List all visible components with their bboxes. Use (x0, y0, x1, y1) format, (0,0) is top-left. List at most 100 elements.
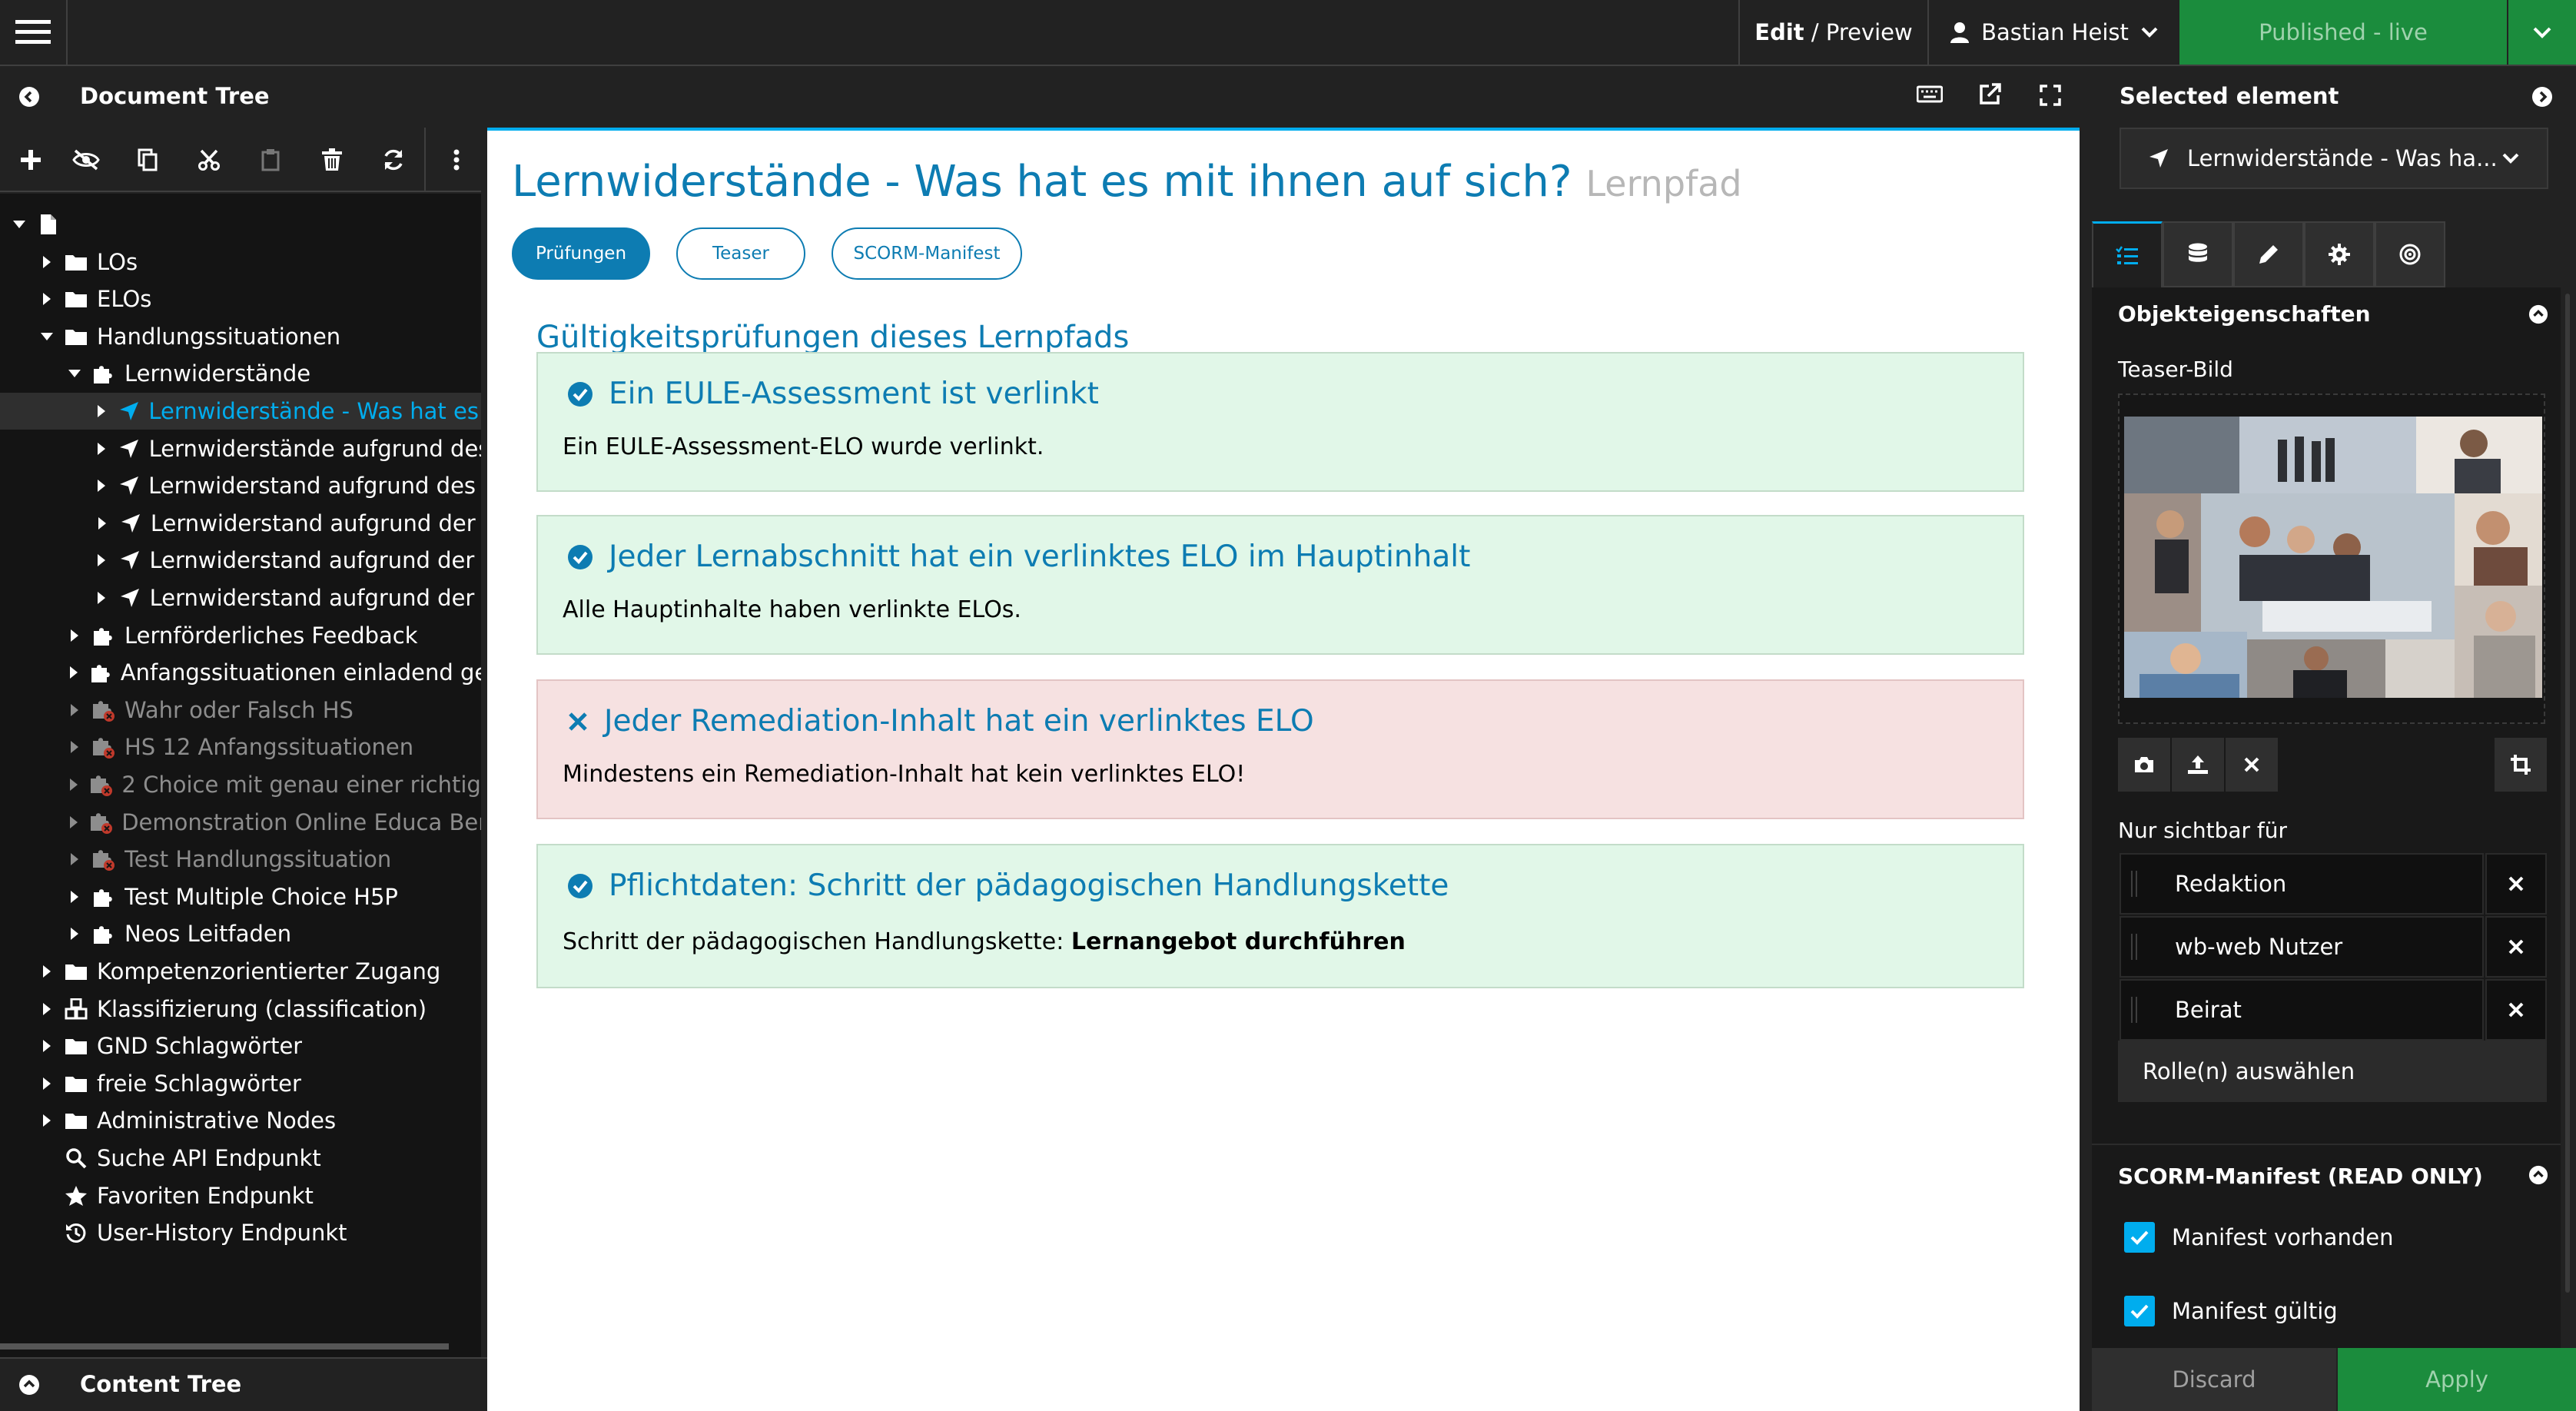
caret-right-icon[interactable] (40, 293, 54, 306)
selected-element-dropdown[interactable]: Lernwiderstände - Was ha... (2120, 128, 2548, 189)
tree-node[interactable]: Administrative Nodes (0, 1102, 481, 1139)
drag-handle-icon[interactable] (2121, 934, 2147, 960)
caret-right-icon[interactable] (40, 1077, 54, 1090)
drag-handle-icon[interactable] (2121, 871, 2147, 897)
tree-node[interactable] (0, 206, 481, 243)
remove-role-button[interactable] (2485, 853, 2547, 915)
tree-node[interactable]: LOs (0, 244, 481, 281)
tree-node[interactable]: Test Multiple Choice H5P (0, 878, 481, 915)
caret-right-icon[interactable] (68, 703, 81, 716)
tab-edit[interactable] (2233, 221, 2304, 287)
remove-image-button[interactable] (2226, 738, 2278, 792)
crop-image-button[interactable] (2495, 738, 2547, 792)
tree-node[interactable]: Suche API Endpunkt (0, 1140, 481, 1177)
publish-dropdown-button[interactable] (2508, 0, 2576, 65)
caret-right-icon[interactable] (95, 442, 108, 455)
caret-right-icon[interactable] (68, 853, 81, 866)
tree-node[interactable]: Wahr oder Falsch HS (0, 692, 481, 729)
caret-right-icon[interactable] (68, 928, 81, 941)
caret-down-icon[interactable] (68, 370, 81, 378)
caret-down-icon[interactable] (40, 332, 54, 340)
hamburger-menu-button[interactable] (0, 0, 66, 65)
caret-right-icon[interactable] (68, 741, 81, 754)
tree-node[interactable]: GND Schlagwörter (0, 1028, 481, 1064)
user-menu-button[interactable]: Bastian Heist (1929, 0, 2179, 65)
discard-button[interactable]: Discard (2092, 1348, 2336, 1411)
tab-target[interactable] (2375, 221, 2445, 287)
caret-right-icon[interactable] (95, 554, 108, 567)
tree-node[interactable]: Anfangssituationen einladend ges... (0, 654, 481, 691)
refresh-tree-button[interactable] (363, 128, 424, 192)
keyboard-shortcuts-button[interactable] (1917, 85, 1943, 103)
tree-node[interactable]: User-History Endpunkt (0, 1214, 481, 1251)
tab-scorm-manifest[interactable]: SCORM-Manifest (832, 227, 1022, 280)
caret-right-icon[interactable] (95, 480, 108, 493)
horizontal-scrollbar[interactable] (0, 1343, 449, 1350)
tree-node[interactable]: Lernförderliches Feedback (0, 617, 481, 654)
tree-node[interactable]: Lernwiderstand aufgrund der rä (0, 579, 481, 616)
caret-right-icon[interactable] (40, 1114, 54, 1127)
delete-node-button[interactable] (301, 128, 363, 192)
tree-node[interactable]: Lernwiderstände (0, 355, 481, 392)
roles-select[interactable]: Rolle(n) auswählen (2118, 1041, 2547, 1102)
hide-node-button[interactable] (55, 128, 117, 192)
remove-role-button[interactable] (2485, 979, 2547, 1041)
open-in-new-window-button[interactable] (1978, 83, 2001, 106)
tab-pruefungen[interactable]: Prüfungen (512, 227, 650, 280)
tree-node[interactable]: freie Schlagwörter (0, 1065, 481, 1102)
caret-right-icon[interactable] (40, 1040, 54, 1053)
caret-right-icon[interactable] (68, 666, 80, 679)
checkbox-checked[interactable] (2124, 1296, 2155, 1326)
caret-right-icon[interactable] (68, 815, 80, 828)
add-node-button[interactable] (0, 128, 61, 192)
paste-node-button[interactable] (240, 128, 301, 192)
caret-right-icon[interactable] (40, 1002, 54, 1015)
tree-node[interactable]: Favoriten Endpunkt (0, 1177, 481, 1214)
caret-right-icon[interactable] (68, 890, 81, 903)
drag-handle-icon[interactable] (2121, 997, 2147, 1023)
caret-right-icon[interactable] (68, 779, 80, 791)
tree-node[interactable]: Handlungssituationen (0, 318, 481, 355)
caret-right-icon[interactable] (40, 965, 54, 978)
tab-teaser[interactable]: Teaser (676, 227, 805, 280)
caret-right-icon[interactable] (68, 629, 81, 642)
collapse-left-button[interactable] (18, 86, 40, 108)
collapse-section-button[interactable] (2528, 304, 2548, 324)
publish-button[interactable]: Published - live (2179, 0, 2507, 65)
tree-node[interactable]: ELOs (0, 281, 481, 317)
edit-preview-toggle[interactable]: Edit / Preview (1740, 0, 1927, 65)
tree-node[interactable]: Lernwiderstände - Was hat es mi (0, 393, 481, 430)
tree-node[interactable]: Lernwiderstand aufgrund des Mo (0, 467, 481, 504)
caret-right-icon[interactable] (95, 592, 108, 604)
role-item[interactable]: Redaktion (2120, 853, 2484, 915)
tree-node[interactable]: Klassifizierung (classification) (0, 991, 481, 1028)
inspector-scrollbar[interactable] (2565, 294, 2570, 1293)
tree-node[interactable]: Lernwiderstände aufgrund des K (0, 430, 481, 467)
tree-node[interactable]: Kompetenzorientierter Zugang (0, 953, 481, 990)
role-item[interactable]: wb-web Nutzer (2120, 916, 2484, 978)
manifest-present-checkbox[interactable]: Manifest vorhanden (2124, 1222, 2393, 1253)
caret-right-icon[interactable] (95, 516, 108, 530)
upload-image-button[interactable] (2172, 738, 2224, 792)
collapse-right-button[interactable] (2531, 86, 2553, 108)
copy-node-button[interactable] (117, 128, 178, 192)
more-options-button[interactable] (426, 128, 487, 192)
tree-node[interactable]: Lernwiderstand aufgrund der Te (0, 542, 481, 579)
sidebar-resize-handle[interactable] (481, 128, 487, 1357)
manifest-valid-checkbox[interactable]: Manifest gültig (2124, 1296, 2338, 1326)
cut-node-button[interactable] (178, 128, 240, 192)
remove-role-button[interactable] (2485, 916, 2547, 978)
tree-node[interactable]: Demonstration Online Educa Berli... (0, 804, 481, 841)
tree-node[interactable]: HS 12 Anfangssituationen (0, 729, 481, 765)
fullscreen-button[interactable] (2040, 85, 2061, 106)
tree-node[interactable]: Lernwiderstand aufgrund der L (0, 505, 481, 542)
tree-node[interactable]: Test Handlungssituation (0, 841, 481, 878)
caret-right-icon[interactable] (40, 255, 54, 268)
role-item[interactable]: Beirat (2120, 979, 2484, 1041)
page-title[interactable]: Lernwiderstände - Was hat es mit ihnen a… (512, 157, 1572, 207)
tab-data[interactable] (2163, 221, 2233, 287)
checkbox-checked[interactable] (2124, 1222, 2155, 1253)
apply-button[interactable]: Apply (2338, 1348, 2576, 1411)
tree-node[interactable]: 2 Choice mit genau einer richtige... (0, 766, 481, 803)
caret-right-icon[interactable] (95, 405, 108, 417)
